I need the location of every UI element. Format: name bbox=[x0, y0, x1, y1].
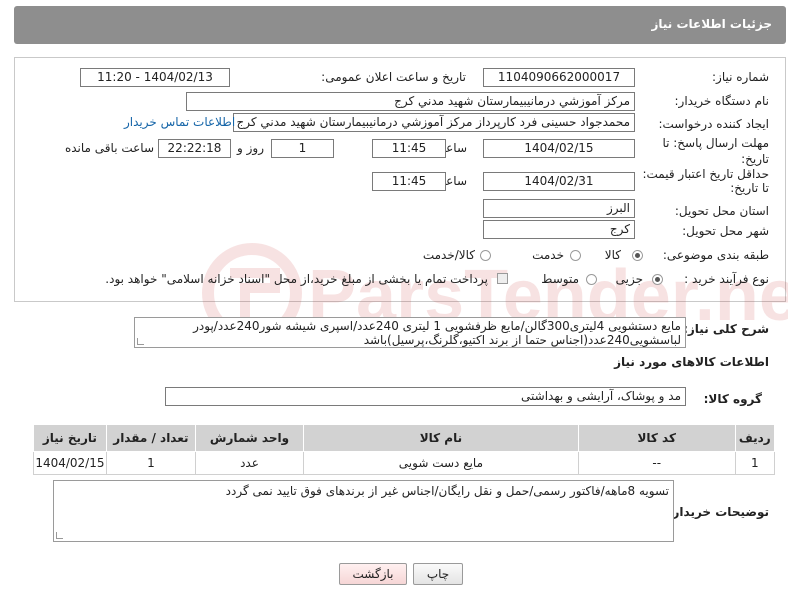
reply-deadline-label-1: مهلت ارسال پاسخ: تا bbox=[662, 136, 769, 150]
buyer-notes-textarea[interactable]: تسویه 8ماهه/فاکتور رسمی/حمل و نقل رایگان… bbox=[53, 480, 674, 542]
category-radio-goods[interactable] bbox=[632, 250, 643, 261]
col-row: ردیف bbox=[734, 424, 776, 452]
description-line-2: لباسشویی240عدد(اجناس حتما از برند اکتیو،… bbox=[363, 333, 681, 347]
col-item-code: کد کالا bbox=[577, 424, 736, 452]
page-header: جزئیات اطلاعات نیاز bbox=[14, 6, 786, 44]
treasury-checkbox[interactable] bbox=[497, 273, 508, 284]
creator-label: ایجاد کننده درخواست: bbox=[658, 117, 769, 131]
announce-datetime-field: 1404/02/13 - 11:20 bbox=[80, 68, 230, 87]
table-row: 1404/02/15 1 عدد مایع دست شویی -- 1 bbox=[33, 451, 776, 475]
col-unit: واحد شمارش bbox=[195, 424, 304, 452]
need-number-label: شماره نیاز: bbox=[712, 70, 769, 84]
category-option-goods: کالا bbox=[604, 248, 621, 262]
price-validity-time: 11:45 bbox=[372, 172, 446, 191]
print-button[interactable]: چاپ bbox=[413, 563, 463, 585]
cell-quantity: 1 bbox=[105, 451, 197, 475]
items-table-header: تاریخ نیاز تعداد / مقدار واحد شمارش نام … bbox=[33, 424, 776, 452]
page-title: جزئیات اطلاعات نیاز bbox=[651, 17, 772, 31]
category-radio-goods-service[interactable] bbox=[480, 250, 491, 261]
delivery-province-field: البرز bbox=[483, 199, 635, 218]
delivery-city-label: شهر محل تحویل: bbox=[682, 224, 769, 238]
buyer-org-label: نام دستگاه خریدار: bbox=[674, 94, 770, 108]
reply-deadline-time: 11:45 bbox=[372, 139, 446, 158]
announce-datetime-label: تاریخ و ساعت اعلان عمومی: bbox=[321, 70, 466, 84]
remaining-time-field: 22:22:18 bbox=[158, 139, 231, 158]
resize-grip-icon[interactable] bbox=[56, 532, 63, 539]
description-line-1: مایع دستشویی 4لیتری300گالن/مایع ظرفشویی … bbox=[193, 319, 681, 333]
cell-need-date: 1404/02/15 bbox=[33, 451, 107, 475]
delivery-province-label: استان محل تحویل: bbox=[674, 204, 769, 218]
col-quantity: تعداد / مقدار bbox=[105, 424, 197, 452]
cell-unit: عدد bbox=[195, 451, 304, 475]
goods-info-title: اطلاعات کالاهای مورد نیاز bbox=[614, 355, 769, 369]
purchase-option-medium: متوسط bbox=[541, 272, 579, 286]
buyer-org-field: مرکز آموزشي درمانيبيمارستان شهيد مدني کر… bbox=[186, 92, 635, 111]
price-validity-label-1: حداقل تاریخ اعتبار قیمت: bbox=[642, 167, 769, 181]
goods-group-label: گروه کالا: bbox=[703, 392, 762, 406]
items-table: تاریخ نیاز تعداد / مقدار واحد شمارش نام … bbox=[33, 424, 776, 475]
cell-item-code: -- bbox=[577, 451, 736, 475]
category-option-goods-service: کالا/خدمت bbox=[422, 248, 475, 262]
reply-deadline-date: 1404/02/15 bbox=[483, 139, 635, 158]
remaining-label: ساعت باقی مانده bbox=[64, 141, 154, 155]
days-label: روز و bbox=[237, 141, 264, 155]
cell-item-name: مایع دست شویی bbox=[302, 451, 579, 475]
description-label: شرح کلی نیاز: bbox=[683, 322, 769, 336]
category-label: طبقه بندی موضوعی: bbox=[662, 248, 769, 262]
price-validity-label-2: تا تاریخ: bbox=[730, 181, 769, 195]
cell-row: 1 bbox=[734, 451, 776, 475]
purchase-radio-minor[interactable] bbox=[652, 274, 663, 285]
back-button[interactable]: بازگشت bbox=[339, 563, 407, 585]
purchase-type-label: نوع فرآیند خرید : bbox=[684, 272, 769, 286]
reply-days-field: 1 bbox=[271, 139, 334, 158]
treasury-note: پرداخت تمام یا بخشی از مبلغ خرید،از محل … bbox=[105, 272, 488, 286]
buyer-contact-link[interactable]: اطلاعات تماس خریدار bbox=[124, 115, 235, 129]
description-textarea[interactable]: مایع دستشویی 4لیتری300گالن/مایع ظرفشویی … bbox=[134, 317, 686, 348]
resize-grip-icon[interactable] bbox=[137, 338, 144, 345]
buyer-notes-label: توضیحات خریدار: bbox=[667, 505, 769, 519]
reply-deadline-label-2: تاریخ: bbox=[741, 152, 769, 166]
buyer-notes-text: تسویه 8ماهه/فاکتور رسمی/حمل و نقل رایگان… bbox=[225, 484, 669, 498]
goods-group-field: مد و پوشاک، آرایشی و بهداشتی bbox=[165, 387, 686, 406]
creator-field: محمدجواد حسینی فرد کارپرداز مرکز آموزشي … bbox=[233, 113, 635, 132]
col-need-date: تاریخ نیاز bbox=[33, 424, 107, 452]
need-number-field: 1104090662000017 bbox=[483, 68, 635, 87]
category-radio-service[interactable] bbox=[570, 250, 581, 261]
price-validity-date: 1404/02/31 bbox=[483, 172, 635, 191]
purchase-option-minor: جزیی bbox=[615, 272, 643, 286]
delivery-city-field: کرج bbox=[483, 220, 635, 239]
category-option-service: خدمت bbox=[532, 248, 564, 262]
purchase-radio-medium[interactable] bbox=[586, 274, 597, 285]
col-item-name: نام کالا bbox=[302, 424, 579, 452]
